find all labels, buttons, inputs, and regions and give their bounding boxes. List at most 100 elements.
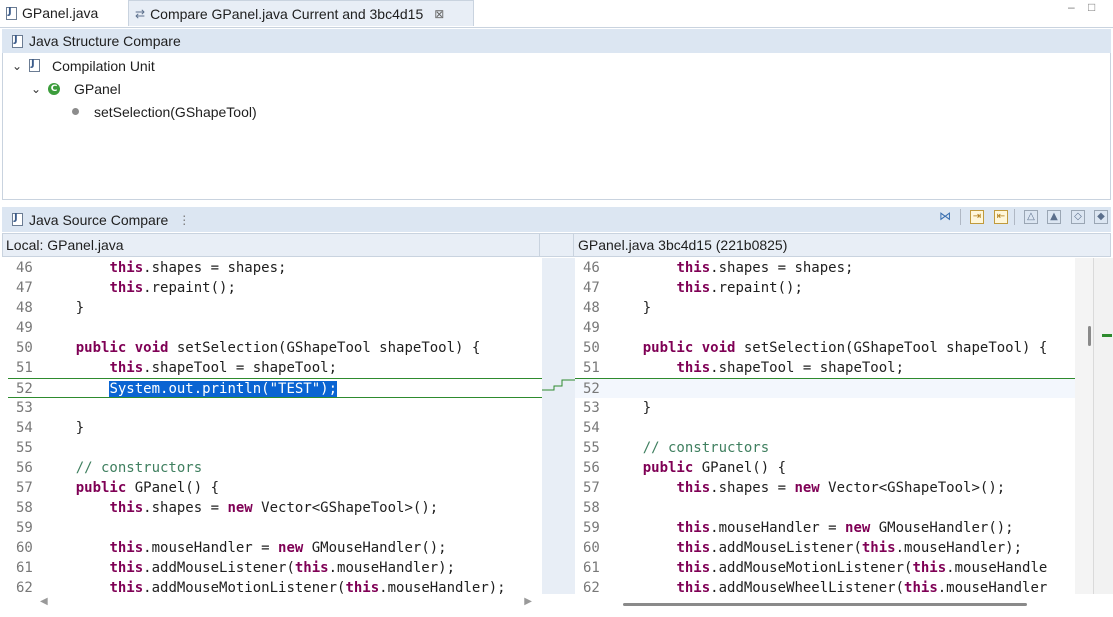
code-line[interactable]: 55 xyxy=(8,438,542,458)
previous-difference-icon[interactable]: ▲ xyxy=(1047,210,1061,224)
code-line[interactable]: 46 this.shapes = shapes; xyxy=(575,258,1075,278)
code-line[interactable]: 53 } xyxy=(575,398,1075,418)
minimize-icon[interactable]: – xyxy=(1068,0,1075,14)
scroll-left-icon[interactable]: ◀ xyxy=(40,596,48,607)
tree-item-compilation-unit[interactable]: ⌄ Compilation Unit xyxy=(3,54,1110,77)
code-line[interactable]: 48 } xyxy=(575,298,1075,318)
chevron-down-icon[interactable]: ⌄ xyxy=(30,82,42,96)
code-line[interactable]: 57 this.shapes = new Vector<GShapeTool>(… xyxy=(575,478,1075,498)
line-number: 49 xyxy=(16,320,33,336)
maximize-icon[interactable]: □ xyxy=(1088,0,1095,14)
line-number: 52 xyxy=(583,381,600,397)
tree-item-set-selection[interactable]: setSelection(GShapeTool) xyxy=(3,100,1110,123)
code-line[interactable]: 59 this.mouseHandler = new GMouseHandler… xyxy=(575,518,1075,538)
code-line[interactable]: 54 xyxy=(575,418,1075,438)
previous-change-icon[interactable]: ◆ xyxy=(1094,210,1108,224)
copy-left-to-right-icon[interactable]: ⇥ xyxy=(970,210,984,224)
line-number: 60 xyxy=(16,540,33,556)
code-text: public void setSelection(GShapeTool shap… xyxy=(75,340,481,356)
line-number: 56 xyxy=(16,460,33,476)
left-pane-header: Local: GPanel.java xyxy=(2,233,540,257)
next-difference-icon[interactable]: △ xyxy=(1024,210,1038,224)
line-number: 46 xyxy=(583,260,600,276)
code-line[interactable]: 53 xyxy=(8,398,542,418)
line-number: 55 xyxy=(583,440,600,456)
code-text: this.addMouseMotionListener(this.mouseHa… xyxy=(676,560,1048,576)
code-line[interactable]: 51 this.shapeTool = shapeTool; xyxy=(575,358,1075,378)
code-text: this.addMouseWheelListener(this.mouseHan… xyxy=(676,580,1048,594)
source-compare-title: Java Source Compare xyxy=(29,211,169,228)
tab-gpanel-java[interactable]: GPanel.java xyxy=(0,0,104,26)
code-line[interactable]: 58 this.shapes = new Vector<GShapeTool>(… xyxy=(8,498,542,518)
chevron-down-icon[interactable]: ⌄ xyxy=(11,59,23,73)
code-line[interactable]: 62 this.addMouseWheelListener(this.mouse… xyxy=(575,578,1075,594)
code-line[interactable]: 47 this.repaint(); xyxy=(8,278,542,298)
line-number: 56 xyxy=(583,460,600,476)
toolbar-separator xyxy=(960,209,961,225)
right-vertical-scrollbar[interactable] xyxy=(1075,258,1093,594)
left-horizontal-scrollbar[interactable]: ◀ ▶ xyxy=(36,596,542,612)
code-line[interactable]: 46 this.shapes = shapes; xyxy=(8,258,542,278)
code-text: System.out.println("TEST"); xyxy=(42,379,338,399)
left-code-editor[interactable]: 46 this.shapes = shapes; 47 this.repaint(… xyxy=(8,258,542,594)
code-line[interactable]: 56 public GPanel() { xyxy=(575,458,1075,478)
structure-tree: ⌄ Compilation Unit ⌄ C GPanel setSelecti… xyxy=(2,53,1111,200)
diff-marker[interactable] xyxy=(1102,334,1112,337)
line-number: 57 xyxy=(583,480,600,496)
code-line[interactable]: 48 } xyxy=(8,298,542,318)
line-number: 54 xyxy=(583,420,600,436)
code-line[interactable]: 49 xyxy=(575,318,1075,338)
code-text: this.mouseHandler = new GMouseHandler(); xyxy=(676,520,1014,536)
code-line[interactable]: 60 this.mouseHandler = new GMouseHandler… xyxy=(8,538,542,558)
line-number: 51 xyxy=(16,360,33,376)
method-icon xyxy=(72,108,79,115)
code-text: } xyxy=(42,420,85,436)
code-line[interactable]: 58 xyxy=(575,498,1075,518)
tree-item-label: Compilation Unit xyxy=(52,57,155,74)
code-text: this.shapeTool = shapeTool; xyxy=(109,360,338,376)
line-number: 49 xyxy=(583,320,600,336)
tree-item-label: GPanel xyxy=(74,80,121,97)
code-line[interactable]: 49 xyxy=(8,318,542,338)
code-line[interactable]: 61 this.addMouseMotionListener(this.mous… xyxy=(575,558,1075,578)
tab-compare[interactable]: ⇄ Compare GPanel.java Current and 3bc4d1… xyxy=(128,0,474,26)
left-gutter xyxy=(0,258,8,594)
code-line[interactable]: 54 } xyxy=(8,418,542,438)
right-pane-title: GPanel.java 3bc4d15 (221b0825) xyxy=(578,237,788,253)
copy-right-to-left-icon[interactable]: ⇤ xyxy=(994,210,1008,224)
tree-item-gpanel[interactable]: ⌄ C GPanel xyxy=(3,77,1110,100)
close-icon[interactable]: ⊠ xyxy=(434,7,444,21)
code-line[interactable]: 57 public GPanel() { xyxy=(8,478,542,498)
code-line[interactable]: 50 public void setSelection(GShapeTool s… xyxy=(8,338,542,358)
code-line[interactable]: 50 public void setSelection(GShapeTool s… xyxy=(575,338,1075,358)
ignore-whitespace-icon[interactable]: ⋈ xyxy=(938,210,952,224)
code-line[interactable]: 60 this.addMouseListener(this.mouseHandl… xyxy=(575,538,1075,558)
code-line[interactable]: 47 this.repaint(); xyxy=(575,278,1075,298)
line-number: 61 xyxy=(583,560,600,576)
scrollbar-thumb[interactable] xyxy=(1088,326,1091,346)
right-code-editor[interactable]: 46 this.shapes = shapes; 47 this.repaint(… xyxy=(575,258,1075,594)
line-number: 48 xyxy=(583,300,600,316)
code-line[interactable]: 51 this.shapeTool = shapeTool; xyxy=(8,358,542,378)
code-line[interactable]: 52 xyxy=(575,378,1075,398)
code-line[interactable]: 52 System.out.println("TEST"); xyxy=(8,378,542,398)
code-text: this.shapeTool = shapeTool; xyxy=(676,360,905,376)
line-number: 47 xyxy=(16,280,33,296)
view-menu-icon[interactable]: ⋮ xyxy=(178,213,190,227)
code-line[interactable]: 56 // constructors xyxy=(8,458,542,478)
code-line[interactable]: 62 this.addMouseMotionListener(this.mous… xyxy=(8,578,542,594)
code-line[interactable]: 59 xyxy=(8,518,542,538)
next-change-icon[interactable]: ◇ xyxy=(1071,210,1085,224)
line-number: 53 xyxy=(16,400,33,416)
code-line[interactable]: 55 // constructors xyxy=(575,438,1075,458)
line-number: 60 xyxy=(583,540,600,556)
compilation-unit-icon xyxy=(29,58,40,72)
line-number: 57 xyxy=(16,480,33,496)
code-line[interactable]: 61 this.addMouseListener(this.mouseHandl… xyxy=(8,558,542,578)
scroll-right-icon[interactable]: ▶ xyxy=(524,596,532,607)
code-text: this.repaint(); xyxy=(676,280,803,296)
scrollbar-thumb[interactable] xyxy=(623,603,1027,606)
code-text: this.addMouseListener(this.mouseHandler)… xyxy=(676,540,1023,556)
right-horizontal-scrollbar[interactable] xyxy=(575,596,1075,612)
line-number: 58 xyxy=(583,500,600,516)
